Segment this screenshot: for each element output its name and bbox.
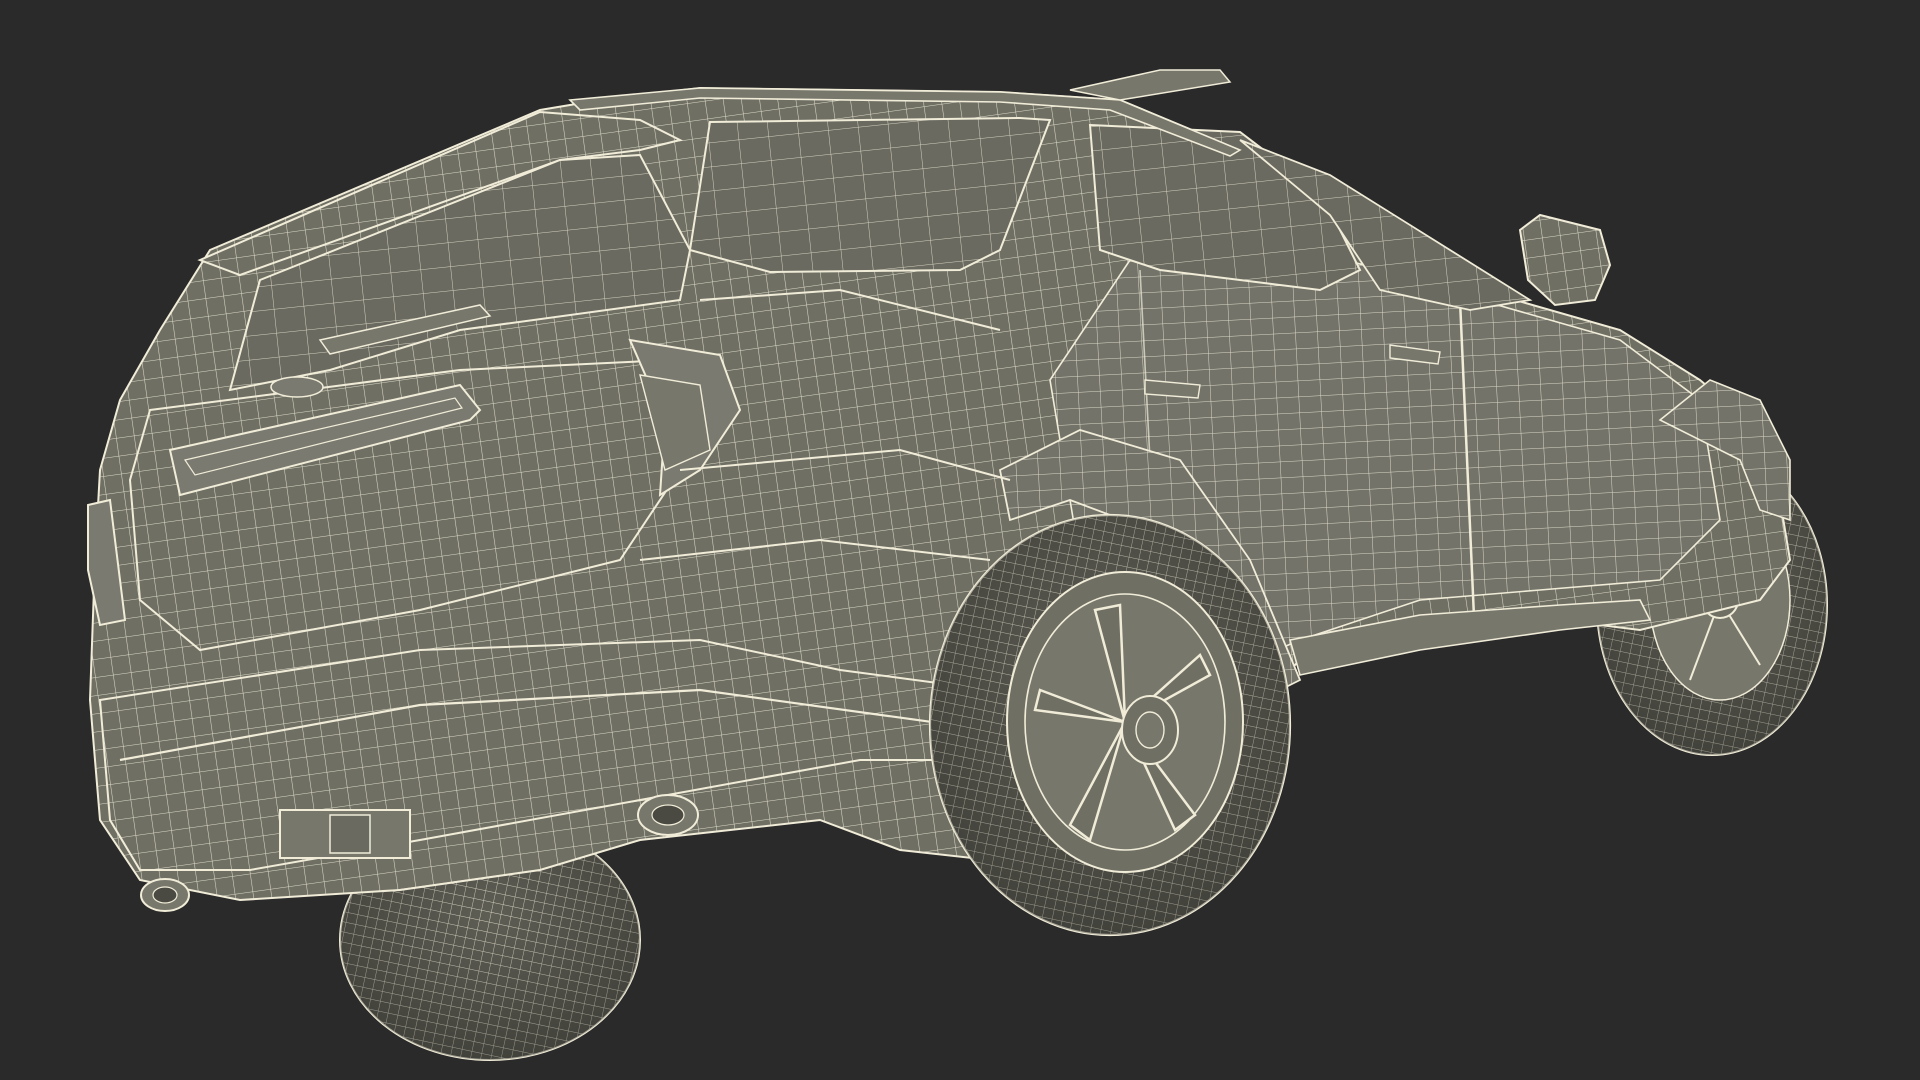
render-viewport [0, 0, 1920, 1080]
side-mirror [1518, 213, 1612, 307]
rear-right-wheel [928, 513, 1292, 937]
rear-emblem [270, 376, 324, 398]
suv-wireframe-render [87, 69, 1828, 1061]
exhaust-pipe-right [637, 794, 699, 836]
exhaust-pipe-left [140, 878, 190, 912]
tow-hitch [279, 809, 411, 859]
rear-quarter-window [688, 116, 1052, 274]
